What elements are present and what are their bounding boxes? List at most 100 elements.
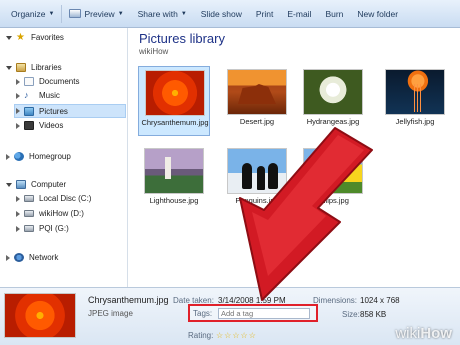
file-tile-lighthouse[interactable]: Lighthouse.jpg: [138, 145, 210, 215]
music-icon: ♪: [24, 90, 29, 100]
email-button[interactable]: E-mail: [280, 0, 318, 27]
details-thumbnail: [4, 293, 76, 338]
library-icon: [16, 63, 26, 72]
burn-button[interactable]: Burn: [318, 0, 350, 27]
new-folder-label: New folder: [357, 8, 399, 19]
file-tile-penguins[interactable]: Penguins.jpg: [221, 145, 293, 215]
file-name-label: Hydrangeas.jpg: [306, 117, 360, 126]
watermark-wiki: wiki: [395, 325, 421, 342]
file-name-label: Desert.jpg: [239, 117, 275, 126]
rating-label: Rating:: [188, 331, 214, 340]
expand-arrow-icon[interactable]: [6, 36, 12, 40]
sidebar-item-wikihow-drive[interactable]: wikiHow (D:): [16, 209, 84, 218]
sidebar-item-label: Libraries: [31, 63, 62, 72]
thumbnail-image: [227, 69, 287, 115]
expand-arrow-icon[interactable]: [16, 92, 20, 99]
thumbnail-image: [227, 148, 287, 194]
file-tile-chrysanthemum[interactable]: Chrysanthemum.jpg: [138, 66, 210, 136]
details-file-name: Chrysanthemum.jpg: [88, 295, 169, 305]
sidebar-item-label: Videos: [39, 121, 64, 130]
file-name-label: Penguins.jpg: [235, 196, 279, 205]
preview-icon: [69, 9, 82, 18]
sidebar-item-pictures[interactable]: Pictures: [14, 104, 126, 118]
sidebar-item-network[interactable]: Network: [6, 253, 58, 262]
details-pane: Chrysanthemum.jpg JPEG image Date taken:…: [0, 287, 460, 345]
sidebar-item-homegroup[interactable]: Homegroup: [6, 152, 71, 161]
share-with-menu[interactable]: Share with ▼: [131, 0, 194, 27]
preview-label: Preview: [84, 8, 115, 19]
slide-show-button[interactable]: Slide show: [194, 0, 249, 27]
expand-arrow-icon[interactable]: [6, 254, 10, 261]
sidebar-item-label: Documents: [39, 77, 80, 86]
chevron-down-icon: ▼: [117, 10, 124, 17]
file-tile-hydrangeas[interactable]: Hydrangeas.jpg: [297, 66, 369, 136]
file-name-label: Chrysanthemum.jpg: [141, 118, 209, 127]
thumbnail-image: [303, 69, 363, 115]
organize-menu[interactable]: Organize ▼: [4, 0, 61, 27]
tags-label: Tags:: [193, 309, 213, 318]
watermark-how: How: [420, 325, 452, 342]
star-icon: ★: [16, 32, 25, 43]
preview-menu[interactable]: Preview ▼: [62, 0, 130, 27]
thumbnail-image: [145, 70, 205, 116]
details-file-type: JPEG image: [88, 309, 133, 318]
sidebar-item-label: Homegroup: [29, 152, 71, 161]
sidebar-item-label: PQI (G:): [39, 224, 69, 233]
file-tile-tulips[interactable]: Tulips.jpg: [297, 145, 369, 215]
expand-arrow-icon[interactable]: [6, 183, 12, 187]
sidebar-item-videos[interactable]: Videos: [16, 121, 63, 130]
homegroup-icon: [14, 152, 24, 161]
chevron-down-icon: ▼: [48, 10, 55, 17]
rating-stars[interactable]: ☆☆☆☆☆: [216, 331, 257, 340]
sidebar-item-local-disc[interactable]: Local Disc (C:): [16, 194, 91, 203]
size-label: Size:: [342, 310, 360, 319]
expand-arrow-icon[interactable]: [16, 210, 20, 217]
expand-arrow-icon[interactable]: [16, 195, 20, 202]
new-folder-button[interactable]: New folder: [350, 0, 405, 27]
library-title: Pictures library: [139, 31, 225, 46]
thumbnail-image: [144, 148, 204, 194]
file-name-label: Lighthouse.jpg: [149, 196, 199, 205]
sidebar-item-music[interactable]: ♪ Music: [16, 91, 60, 100]
sidebar-item-label: Computer: [31, 180, 67, 189]
sidebar-item-documents[interactable]: Documents: [16, 77, 79, 86]
documents-icon: [24, 77, 34, 86]
removable-drive-icon: [24, 225, 34, 232]
organize-label: Organize: [11, 8, 46, 19]
library-location: wikiHow: [139, 47, 169, 56]
burn-label: Burn: [325, 8, 344, 19]
expand-arrow-icon[interactable]: [16, 122, 20, 129]
slide-show-label: Slide show: [200, 8, 242, 19]
videos-icon: [24, 121, 34, 130]
print-button[interactable]: Print: [249, 0, 280, 27]
sidebar-item-favorites[interactable]: ★ Favorites: [6, 32, 64, 43]
chevron-down-icon: ▼: [180, 10, 187, 17]
navigation-pane: ★ Favorites Libraries Documents ♪ Music …: [0, 28, 128, 287]
thumbnail-image: [385, 69, 445, 115]
dimensions-label: Dimensions:: [313, 296, 358, 305]
expand-arrow-icon[interactable]: [16, 225, 20, 232]
hard-drive-icon: [24, 210, 34, 217]
sidebar-item-label: Pictures: [39, 106, 68, 116]
file-tile-jellyfish[interactable]: Jellyfish.jpg: [379, 66, 451, 136]
sidebar-item-label: Favorites: [31, 33, 64, 42]
sidebar-item-label: wikiHow (D:): [39, 209, 84, 218]
sidebar-item-pqi-drive[interactable]: PQI (G:): [16, 224, 69, 233]
email-label: E-mail: [287, 8, 312, 19]
expand-arrow-icon[interactable]: [16, 78, 20, 85]
sidebar-item-label: Network: [29, 253, 59, 262]
expand-arrow-icon[interactable]: [6, 66, 12, 70]
sidebar-item-label: Music: [39, 91, 60, 100]
tags-input[interactable]: [218, 308, 310, 319]
expand-arrow-icon[interactable]: [16, 108, 20, 114]
file-list-pane: Pictures library wikiHow Chrysanthemum.j…: [129, 28, 460, 287]
size-value: 858 KB: [360, 310, 387, 319]
hard-drive-icon: [24, 195, 34, 202]
command-bar: Organize ▼ Preview ▼ Share with ▼ Slide sho…: [0, 0, 460, 28]
expand-arrow-icon[interactable]: [6, 153, 10, 160]
file-name-label: Tulips.jpg: [317, 196, 349, 205]
file-tile-desert[interactable]: Desert.jpg: [221, 66, 293, 136]
sidebar-item-libraries[interactable]: Libraries: [6, 63, 62, 72]
sidebar-item-computer[interactable]: Computer: [6, 180, 66, 189]
dimensions-value: 1024 x 768: [360, 296, 400, 305]
